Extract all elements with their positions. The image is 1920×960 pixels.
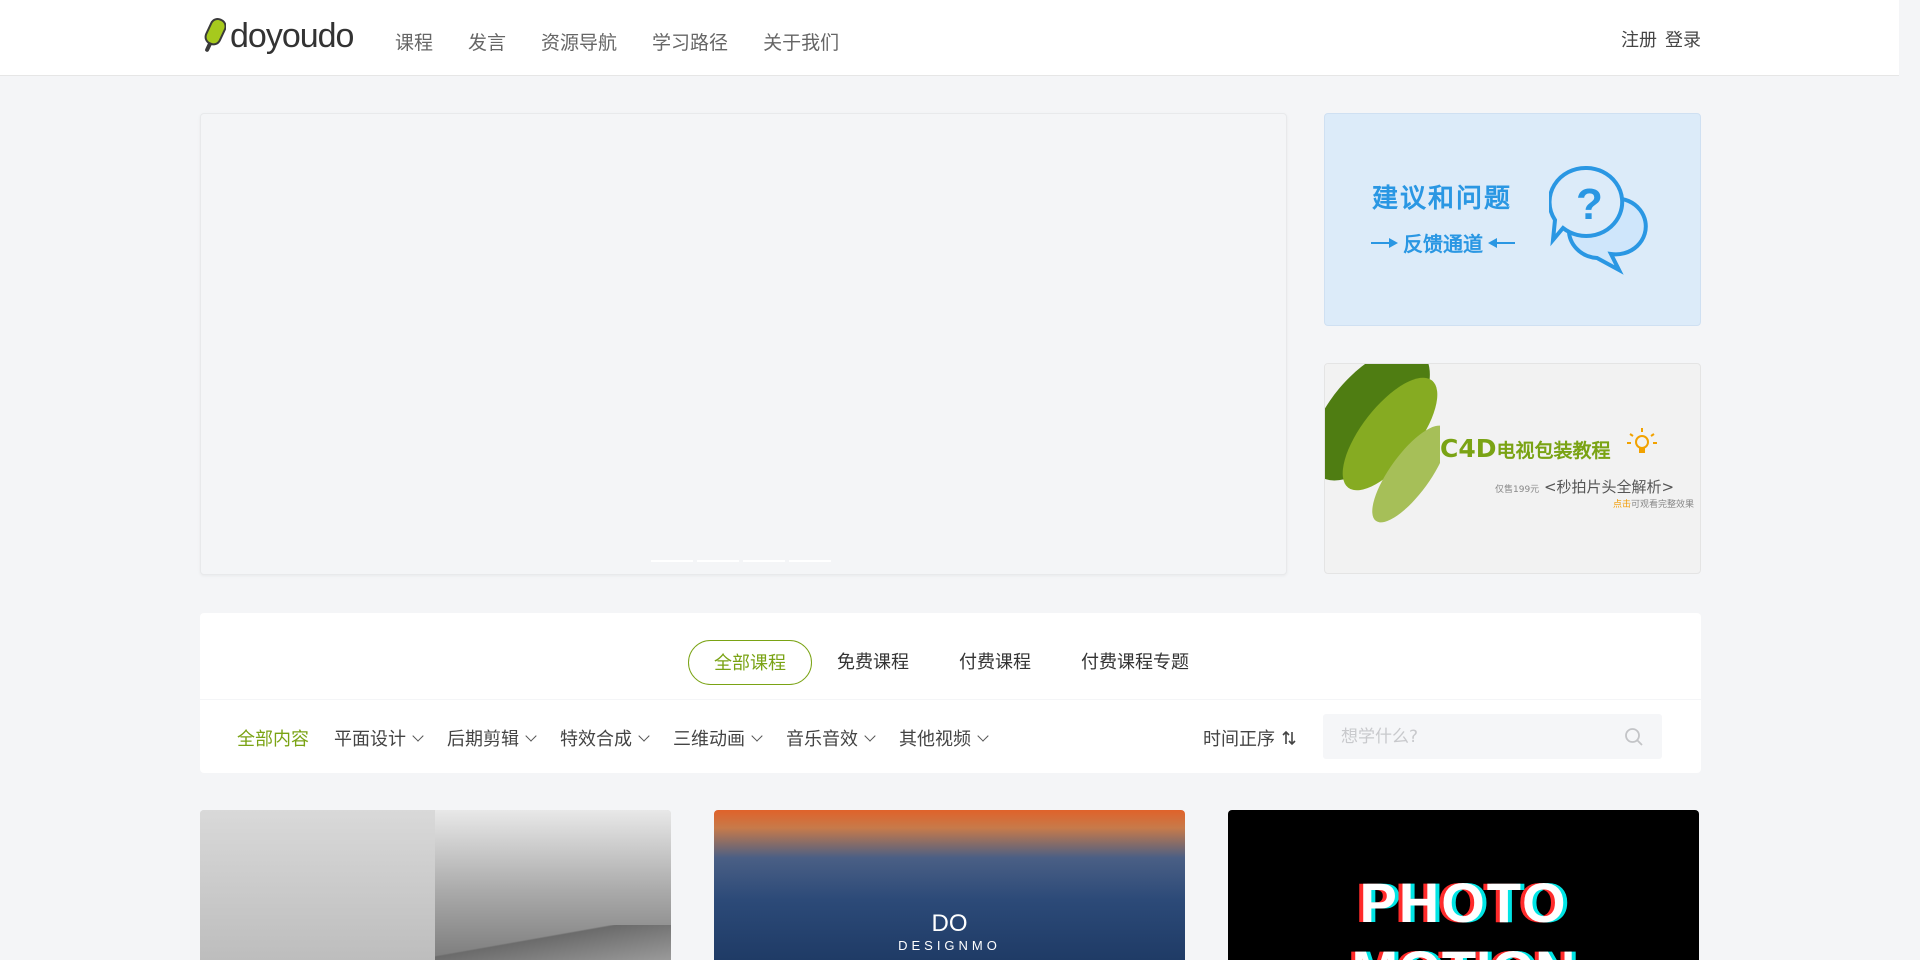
search-input[interactable] — [1323, 714, 1613, 759]
category-3d-animation[interactable]: 三维动画 — [673, 725, 763, 751]
tab-paid-topics[interactable]: 付费课程专题 — [1056, 640, 1214, 685]
c4d-price: 仅售199元 <秒拍片头全解析> — [1495, 476, 1674, 497]
tab-all-courses[interactable]: 全部课程 — [688, 640, 812, 685]
course-thumbnail-left — [200, 810, 435, 960]
sort-label: 时间正序 — [1203, 729, 1275, 750]
feedback-subtitle-row: 反馈通道 — [1371, 228, 1515, 257]
c4d-title: C4D电视包装教程 — [1440, 434, 1611, 463]
search-icon[interactable] — [1624, 727, 1644, 747]
c4d-price-main: <秒拍片头全解析> — [1543, 478, 1675, 496]
lightbulb-icon — [1627, 428, 1657, 453]
chevron-down-icon — [638, 729, 650, 742]
feedback-title: 建议和问题 — [1372, 184, 1513, 214]
course-card[interactable]: DO DESIGNMO — [714, 810, 1185, 960]
course-tabs: 全部课程 免费课程 付费课程 付费课程专题 — [688, 640, 1214, 685]
category-graphic-design[interactable]: 平面设计 — [334, 725, 424, 751]
logo-text: doyoudo — [230, 16, 354, 55]
thumbnail-title: DO — [931, 910, 968, 937]
carousel-dot[interactable] — [743, 560, 785, 562]
category-all[interactable]: 全部内容 — [237, 725, 309, 751]
carousel-dot[interactable] — [697, 560, 739, 562]
thumbnail-subtitle: DESIGNMO — [898, 938, 1001, 953]
category-other-video[interactable]: 其他视频 — [899, 725, 989, 751]
thumbnail-title: PHOTO — [1359, 871, 1568, 934]
category-label: 特效合成 — [560, 729, 632, 750]
category-music-sfx[interactable]: 音乐音效 — [786, 725, 876, 751]
nav-item-posts[interactable]: 发言 — [468, 28, 506, 55]
carousel-dots — [651, 560, 831, 562]
c4d-note: 点击可观看完整效果 — [1613, 497, 1694, 510]
nav-item-resources[interactable]: 资源导航 — [541, 28, 617, 55]
category-label: 后期剪辑 — [447, 729, 519, 750]
category-post-editing[interactable]: 后期剪辑 — [447, 725, 537, 751]
leaf-decoration-icon — [1325, 364, 1440, 524]
svg-text:?: ? — [1576, 180, 1603, 229]
c4d-price-small: 仅售199元 — [1495, 485, 1540, 495]
nav-item-learning-path[interactable]: 学习路径 — [652, 28, 728, 55]
divider — [200, 699, 1701, 700]
register-link[interactable]: 注册 — [1621, 26, 1657, 52]
search-box — [1323, 714, 1662, 759]
chevron-down-icon — [864, 729, 876, 742]
feedback-subtitle: 反馈通道 — [1403, 232, 1483, 256]
tab-paid-courses[interactable]: 付费课程 — [934, 640, 1056, 685]
chevron-down-icon — [751, 729, 763, 742]
category-label: 全部内容 — [237, 729, 309, 750]
logo[interactable]: doyoudo — [200, 16, 354, 56]
chevron-down-icon — [525, 729, 537, 742]
category-label: 音乐音效 — [786, 729, 858, 750]
banner-carousel[interactable] — [200, 113, 1287, 575]
category-label: 平面设计 — [334, 729, 406, 750]
thumbnail-title-line2: MOTION — [1228, 938, 1699, 960]
chevron-down-icon — [977, 729, 989, 742]
c4d-title-suffix: 电视包装教程 — [1496, 440, 1611, 462]
course-card[interactable] — [200, 810, 671, 960]
c4d-course-banner[interactable]: C4D电视包装教程 仅售199元 <秒拍片头全解析> 点击可观看完整效果 — [1324, 363, 1701, 574]
question-chat-icon: ? — [1549, 165, 1648, 275]
course-card[interactable]: PHOTO MOTION — [1228, 810, 1699, 960]
c4d-note-rest: 可观看完整效果 — [1631, 500, 1695, 510]
sort-icon — [1282, 730, 1296, 746]
course-thumbnail-mountain — [435, 925, 671, 960]
feedback-banner[interactable]: 建议和问题 反馈通道 ? — [1324, 113, 1701, 326]
nav-item-about[interactable]: 关于我们 — [763, 28, 839, 55]
category-label: 三维动画 — [673, 729, 745, 750]
category-label: 其他视频 — [899, 729, 971, 750]
login-link[interactable]: 登录 — [1665, 26, 1701, 52]
carousel-dot[interactable] — [651, 560, 693, 562]
c4d-note-highlight[interactable]: 点击 — [1613, 500, 1631, 510]
arrow-right-icon — [1371, 237, 1398, 248]
tab-free-courses[interactable]: 免费课程 — [812, 640, 934, 685]
nav-item-courses[interactable]: 课程 — [395, 28, 433, 55]
auth-links: 注册 登录 — [1621, 26, 1701, 52]
arrow-left-icon — [1488, 237, 1515, 248]
c4d-title-prefix: C4D — [1440, 434, 1497, 463]
chevron-down-icon — [412, 729, 424, 742]
site-header: doyoudo 课程 发言 资源导航 学习路径 关于我们 注册 登录 — [0, 0, 1899, 76]
page-scrollbar[interactable] — [1899, 0, 1920, 960]
main-nav: 课程 发言 资源导航 学习路径 关于我们 — [395, 28, 874, 55]
category-filters: 全部内容 平面设计 后期剪辑 特效合成 三维动画 音乐音效 其他视频 — [237, 725, 1012, 751]
carousel-dot[interactable] — [789, 560, 831, 562]
category-vfx-compositing[interactable]: 特效合成 — [560, 725, 650, 751]
sort-toggle[interactable]: 时间正序 — [1203, 725, 1297, 751]
popsicle-logo-icon — [204, 18, 226, 52]
course-filter-panel: 全部课程 免费课程 付费课程 付费课程专题 全部内容 平面设计 后期剪辑 特效合… — [200, 613, 1701, 773]
